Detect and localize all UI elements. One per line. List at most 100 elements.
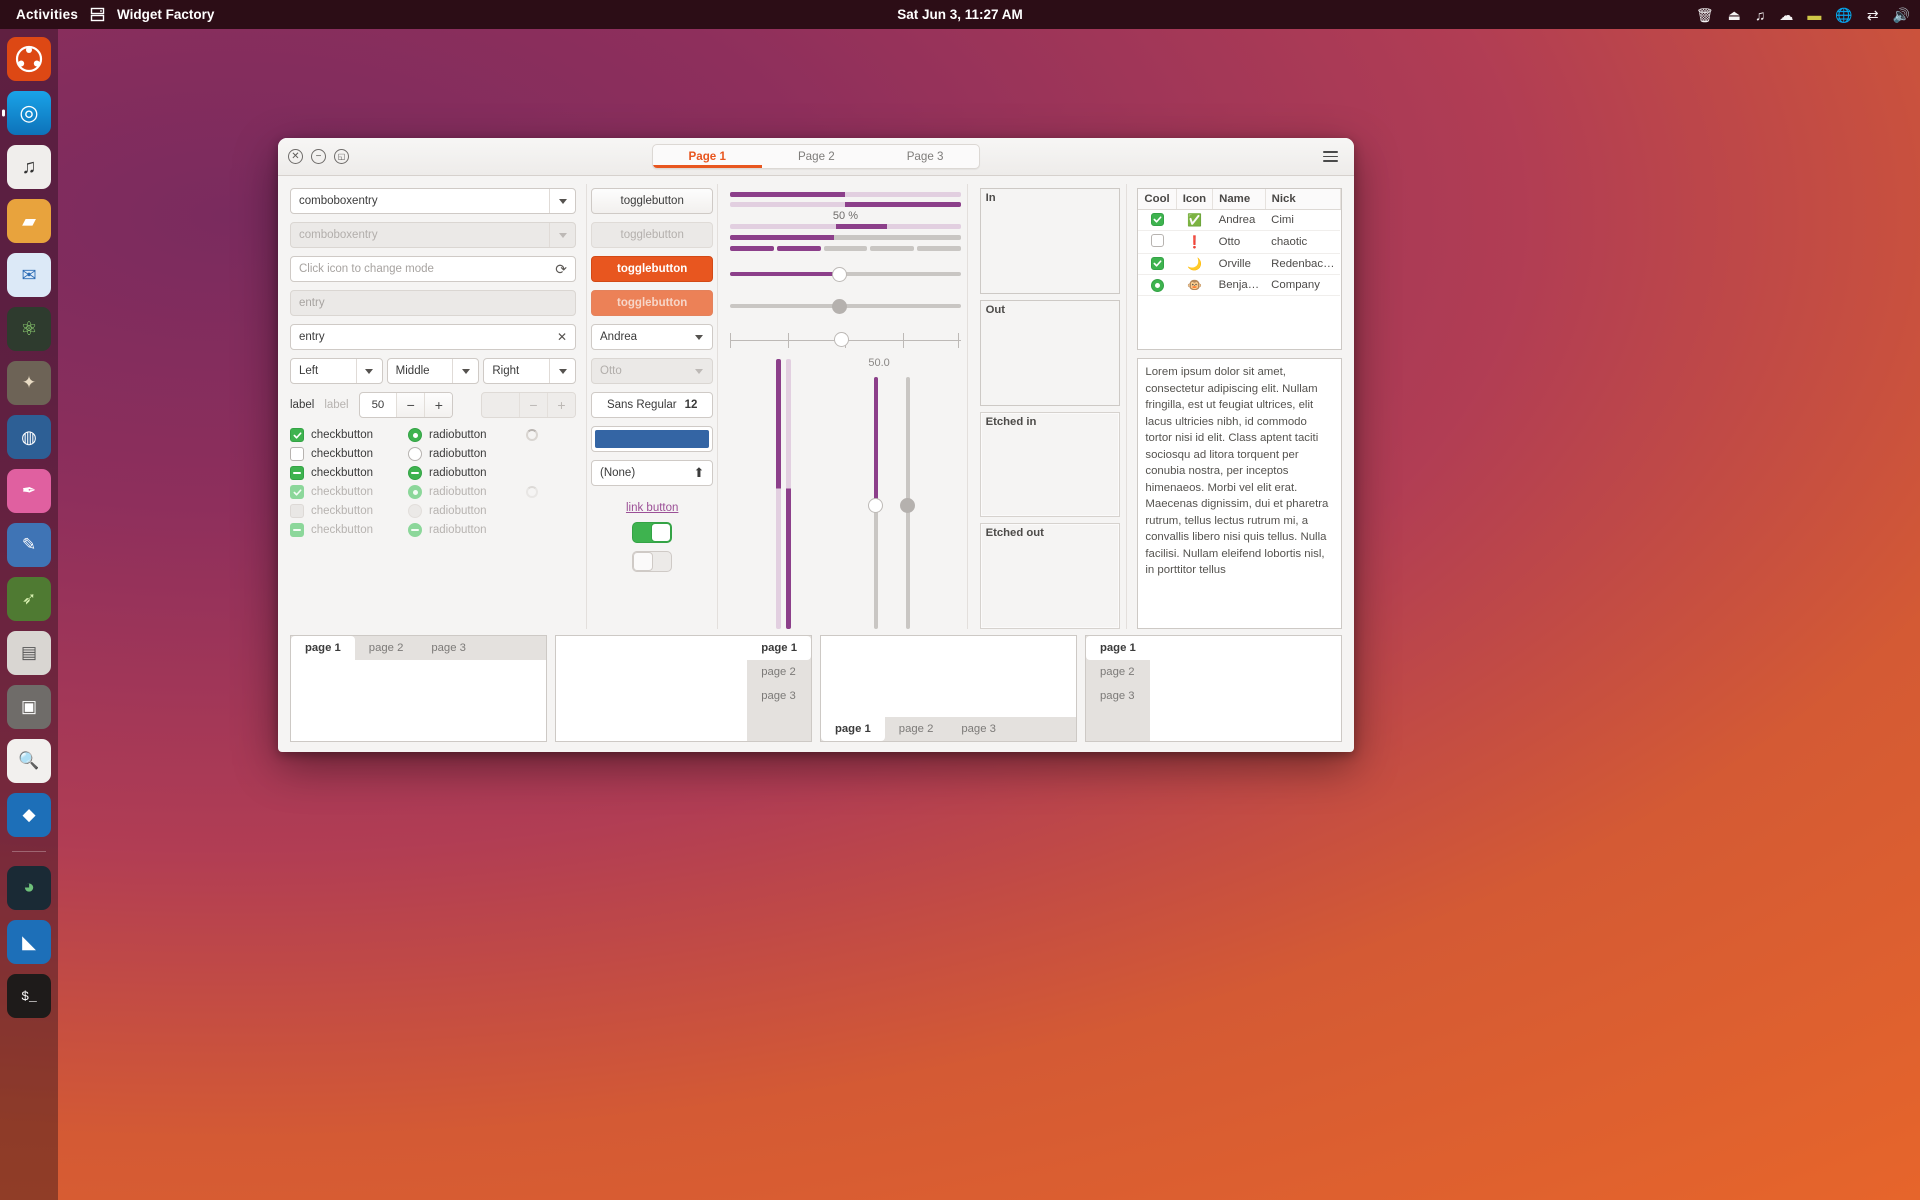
cell-cool[interactable] [1138, 230, 1177, 254]
dock-item-color-picker[interactable]: ✒ [7, 469, 51, 513]
scale-horizontal[interactable] [730, 263, 961, 285]
combo-align-middle[interactable]: Middle [386, 358, 480, 384]
switch-off[interactable] [632, 551, 673, 572]
spinbutton-minus[interactable]: − [396, 393, 425, 417]
link-button[interactable]: link button [591, 502, 713, 514]
dock-item-text-editor[interactable]: ▤ [7, 631, 51, 675]
entry-disabled: entry [290, 290, 576, 316]
dock-item-firefox[interactable]: ◎ [2, 91, 51, 135]
notebook-tab-page-3[interactable]: page 3 [1086, 684, 1150, 708]
dock-item-rhythmbox[interactable]: ♫ [7, 145, 51, 189]
cell-cool[interactable] [1138, 274, 1177, 296]
hamburger-menu-icon[interactable] [1323, 150, 1338, 163]
table-row[interactable]: ✅ Andrea Cimi [1138, 209, 1341, 231]
notebook-tab-page-1[interactable]: page 1 [1086, 636, 1150, 660]
textview[interactable]: Lorem ipsum dolor sit amet, consectetur … [1137, 358, 1342, 629]
scale-knob[interactable] [831, 266, 847, 282]
dock-item-files[interactable]: ▰ [7, 199, 51, 243]
upload-icon[interactable]: ⬆ [693, 465, 704, 481]
tab-page-3[interactable]: Page 3 [871, 145, 980, 168]
combo-align-left[interactable]: Left [290, 358, 383, 384]
scale-knob[interactable] [868, 497, 884, 513]
notebook-tab-page-1[interactable]: page 1 [747, 636, 811, 660]
checkbutton-unchecked[interactable]: checkbutton [290, 447, 408, 461]
mode-entry[interactable]: Click icon to change mode ⟳ [290, 256, 576, 282]
dock-item-blender[interactable]: ◍ [7, 415, 51, 459]
scale-vertical[interactable] [868, 377, 884, 629]
treeview[interactable]: Cool Icon Name Nick ✅ Andrea Cimi ❗ Otto… [1137, 188, 1342, 350]
column-header-name[interactable]: Name [1212, 189, 1266, 210]
notebook-tab-page-3[interactable]: page 3 [747, 684, 811, 708]
notebook-tab-page-1[interactable]: page 1 [291, 636, 355, 660]
togglebutton-3-active[interactable]: togglebutton [591, 256, 714, 282]
combo-name[interactable]: Andrea [591, 324, 714, 350]
entry[interactable]: entry ✕ [290, 324, 576, 350]
scale-with-marks[interactable] [730, 329, 961, 351]
switch-on[interactable] [632, 522, 673, 543]
column-header-cool[interactable]: Cool [1138, 189, 1177, 210]
radiobutton-inconsistent[interactable]: radiobutton [408, 466, 526, 480]
dock-item-vscode[interactable]: ◣ [7, 920, 51, 964]
dock-item-atom[interactable]: ⚛ [7, 307, 51, 351]
chevron-down-icon[interactable] [355, 359, 382, 383]
cell-cool[interactable] [1138, 209, 1177, 231]
app-menu-title[interactable]: Widget Factory [117, 7, 214, 22]
radio-icon[interactable] [1150, 278, 1164, 292]
spinbutton[interactable]: 50 − + [358, 392, 454, 418]
progressbar-ltr [730, 192, 961, 197]
table-row[interactable]: ❗ Otto chaotic [1138, 230, 1341, 254]
activities-button[interactable]: Activities [16, 7, 78, 22]
notebook-tab-page-1[interactable]: page 1 [821, 717, 885, 741]
checkbox-icon[interactable] [1150, 213, 1164, 226]
file-chooser-button[interactable]: (None) ⬆ [591, 460, 714, 486]
checkbutton-inconsistent[interactable]: checkbutton [290, 466, 408, 480]
chevron-down-icon[interactable] [452, 359, 478, 383]
notebook-tab-page-2[interactable]: page 2 [355, 636, 418, 660]
status-indicators[interactable]: 🗑 ⏏ ♫ ☁ ▬ 🌐 ⇄ 🔊 [1696, 8, 1910, 22]
radiobutton-unselected[interactable]: radiobutton [408, 447, 526, 461]
checkbox-icon[interactable] [1150, 234, 1164, 247]
checkbutton-checked[interactable]: checkbutton [290, 428, 408, 442]
dock-item-vscode-blue[interactable]: ◆ [7, 793, 51, 837]
dock-item-gimp[interactable]: ✦ [7, 361, 51, 405]
chevron-down-icon[interactable] [686, 325, 712, 349]
dock-item-eyedropper[interactable]: ➶ [7, 577, 51, 621]
checkbutton-label: checkbutton [311, 429, 374, 441]
dock-item-system-settings[interactable]: ▣ [7, 685, 51, 729]
radiobutton-selected[interactable]: radiobutton [408, 428, 526, 442]
notebook-tab-page-2[interactable]: page 2 [885, 717, 948, 741]
notebook-tab-page-3[interactable]: page 3 [947, 717, 1010, 741]
tab-page-1[interactable]: Page 1 [653, 145, 762, 168]
combo-align-right[interactable]: Right [483, 358, 577, 384]
notebook-tab-page-3[interactable]: page 3 [417, 636, 480, 660]
chevron-down-icon[interactable] [549, 189, 575, 213]
refresh-icon[interactable]: ⟳ [555, 261, 567, 278]
scale-knob[interactable] [833, 332, 849, 347]
notebook-tabstrip: page 1 page 2 page 3 [1086, 636, 1150, 741]
font-button[interactable]: Sans Regular 12 [591, 392, 714, 418]
spinbutton-plus[interactable]: + [424, 393, 453, 417]
dock-item-inkscape[interactable]: ✎ [7, 523, 51, 567]
notebook-tab-page-2[interactable]: page 2 [1086, 660, 1150, 684]
dock-item-ubuntu-logo[interactable] [7, 37, 51, 81]
dock-item-thunderbird[interactable]: ✉ [7, 253, 51, 297]
table-row[interactable]: 🌙 Orville Redenbac… [1138, 253, 1341, 275]
cell-icon: ✅ [1176, 209, 1213, 231]
cell-cool[interactable] [1138, 253, 1177, 275]
chevron-down-icon[interactable] [549, 359, 575, 383]
column-header-nick[interactable]: Nick [1265, 189, 1341, 210]
color-button[interactable] [591, 426, 714, 452]
dock-item-software-search[interactable]: 🔍 [7, 739, 51, 783]
table-row[interactable]: 🐵 Benja… Company [1138, 274, 1341, 296]
clear-x-icon[interactable]: ✕ [557, 330, 567, 344]
checkbox-icon[interactable] [1150, 257, 1164, 270]
checkbox-icon [290, 504, 304, 518]
togglebutton-1[interactable]: togglebutton [591, 188, 714, 214]
tab-page-2[interactable]: Page 2 [762, 145, 871, 168]
notebook-tab-page-2[interactable]: page 2 [747, 660, 811, 684]
comboboxentry[interactable]: comboboxentry [290, 188, 576, 214]
dock-item-terminal[interactable]: $_ [7, 974, 51, 1018]
clock[interactable]: Sat Jun 3, 11:27 AM [0, 7, 1920, 22]
dock-item-ubuntu-software[interactable]: ◕ [7, 866, 51, 910]
column-header-icon[interactable]: Icon [1176, 189, 1214, 210]
